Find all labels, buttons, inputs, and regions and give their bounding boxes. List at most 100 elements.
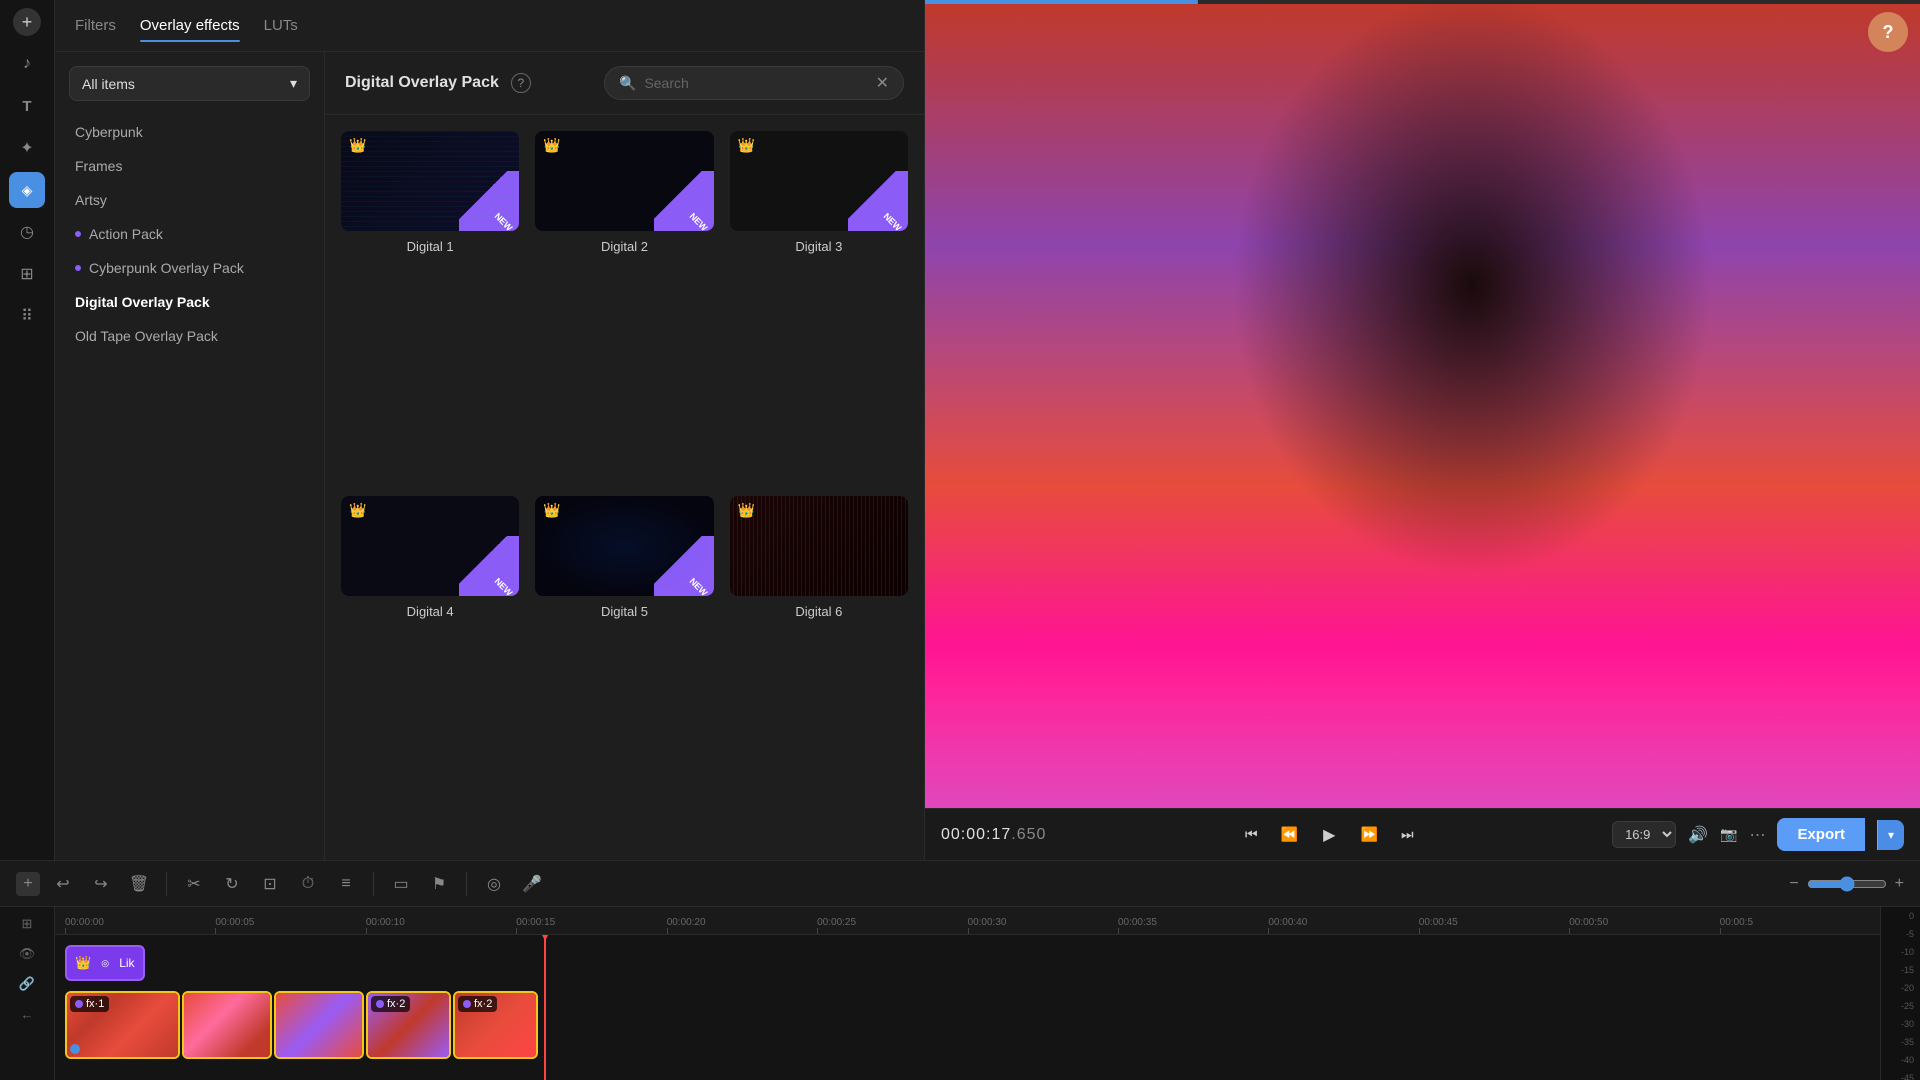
overlay-clip-label: Lik <box>119 956 134 970</box>
tab-luts[interactable]: LUTs <box>264 13 298 38</box>
frame-forward-button[interactable]: ⏩ <box>1354 820 1384 850</box>
category-dot-cyberpunk-overlay-pack <box>75 265 81 271</box>
skip-to-end-button[interactable]: ⏭ <box>1392 820 1422 850</box>
overlay-clip[interactable]: 👑 ◎ Lik <box>65 945 145 981</box>
category-label-cyberpunk-overlay-pack: Cyberpunk Overlay Pack <box>89 260 244 276</box>
filter-button[interactable]: ≡ <box>331 869 361 899</box>
grid-item-thumb-2: 👑NEW <box>535 131 713 231</box>
clip-badge-label-4: fx·2 <box>387 998 405 1010</box>
add-track-button[interactable]: + <box>16 872 40 896</box>
screenshot-icon[interactable]: 📷 <box>1720 826 1737 843</box>
ruler-line-3 <box>516 928 517 934</box>
clip-badge-5: fx·2 <box>458 996 497 1012</box>
track-link-button[interactable]: 🔗 <box>12 971 42 997</box>
video-clip-1[interactable]: fx·1 <box>65 991 180 1059</box>
zoom-in-icon[interactable]: + <box>1895 875 1904 893</box>
fx-dot-1 <box>75 1000 83 1008</box>
track-back-button[interactable]: ← <box>12 1001 42 1027</box>
play-button[interactable]: ▶ <box>1312 818 1346 852</box>
ruler-time-7: 00:00:35 <box>1118 917 1157 928</box>
mic-button[interactable]: 🎤 <box>517 869 547 899</box>
overlay-track: 👑 ◎ Lik <box>65 943 1870 983</box>
sidebar-item-action-pack[interactable]: Action Pack <box>55 217 324 251</box>
search-input[interactable] <box>644 75 867 91</box>
volume-icon[interactable]: 🔊 <box>1688 825 1708 845</box>
sticker-icon-btn[interactable]: ✦ <box>9 130 45 166</box>
category-label-cyberpunk: Cyberpunk <box>75 124 143 140</box>
items-grid-area: Digital Overlay Pack ? 🔍 ✕ 👑NEWDigital 1… <box>325 52 924 860</box>
video-clip-3[interactable] <box>274 991 364 1059</box>
video-clip-5[interactable]: fx·2 <box>453 991 538 1059</box>
export-button[interactable]: Export <box>1777 818 1865 851</box>
ruler-time-6: 00:00:30 <box>968 917 1007 928</box>
timeline-area: ⊞ 👁 🔗 ← 00:00:0000:00:0500:00:1000:00:15… <box>0 907 1920 1080</box>
toolbar-separator-2 <box>373 872 374 896</box>
tab-filters[interactable]: Filters <box>75 13 116 38</box>
clock-icon-btn[interactable]: ◷ <box>9 214 45 250</box>
crown-icon-5: 👑 <box>543 502 560 519</box>
items-grid: 👑NEWDigital 1👑NEWDigital 2👑NEWDigital 3👑… <box>325 115 924 860</box>
text-icon-btn[interactable]: T <box>9 88 45 124</box>
vu-mark-24: -30 <box>1901 1019 1914 1029</box>
search-clear-icon[interactable]: ✕ <box>876 73 889 93</box>
video-clip-4[interactable]: fx·2 <box>366 991 451 1059</box>
ruler-line-10 <box>1569 928 1570 934</box>
overlay-icon-btn[interactable]: ◈ <box>9 172 45 208</box>
sidebar-item-cyberpunk-overlay-pack[interactable]: Cyberpunk Overlay Pack <box>55 251 324 285</box>
category-dot-action-pack <box>75 231 81 237</box>
aspect-ratio-select[interactable]: 16:9 <box>1612 821 1676 848</box>
sidebar-item-old-tape-overlay-pack[interactable]: Old Tape Overlay Pack <box>55 319 324 353</box>
grid-item-2[interactable]: 👑NEWDigital 2 <box>535 131 713 480</box>
vu-mark-20: -25 <box>1901 1001 1914 1011</box>
export-dropdown-button[interactable]: ▾ <box>1877 820 1904 850</box>
clip-badge-4: fx·2 <box>371 996 410 1012</box>
undo-button[interactable]: ↩ <box>48 869 78 899</box>
crop-button[interactable]: ⊡ <box>255 869 285 899</box>
ruler-mark-8: 00:00:40 <box>1268 917 1418 934</box>
sidebar-item-artsy[interactable]: Artsy <box>55 183 324 217</box>
frame-back-button[interactable]: ⏪ <box>1274 820 1304 850</box>
adjust-button[interactable]: ⏱ <box>293 869 323 899</box>
redo-button[interactable]: ↪ <box>86 869 116 899</box>
ruler-time-4: 00:00:20 <box>667 917 706 928</box>
sidebar-item-frames[interactable]: Frames <box>55 149 324 183</box>
ruler-line-8 <box>1268 928 1269 934</box>
puzzle-icon-btn[interactable]: ⊞ <box>9 256 45 292</box>
grid-icon-btn[interactable]: ⠿ <box>9 298 45 334</box>
zoom-slider[interactable] <box>1807 876 1887 892</box>
bottom-area: + ↩ ↪ 🗑 ✂ ↻ ⊡ ⏱ ≡ ▭ ⚑ ◎ 🎤 − + ⊞ 👁 🔗 ← <box>0 860 1920 1080</box>
grid-item-4[interactable]: 👑NEWDigital 4 <box>341 496 519 845</box>
music-icon-btn[interactable]: ♪ <box>9 46 45 82</box>
skip-to-start-button[interactable]: ⏮ <box>1236 820 1266 850</box>
grid-item-5[interactable]: 👑NEWDigital 5 <box>535 496 713 845</box>
vu-mark-36: -45 <box>1901 1073 1914 1080</box>
grid-item-1[interactable]: 👑NEWDigital 1 <box>341 131 519 480</box>
grid-item-6[interactable]: 👑Digital 6 <box>730 496 908 845</box>
ruler-line-9 <box>1419 928 1420 934</box>
all-items-dropdown[interactable]: All items ▾ <box>69 66 310 101</box>
rotate-button[interactable]: ↻ <box>217 869 247 899</box>
track-expand-button[interactable]: ⊞ <box>12 911 42 937</box>
track-eye-button[interactable]: 👁 <box>12 941 42 967</box>
speed-button[interactable]: ◎ <box>479 869 509 899</box>
add-button[interactable]: + <box>13 8 41 36</box>
zoom-out-icon[interactable]: − <box>1789 875 1798 893</box>
tab-overlay-effects[interactable]: Overlay effects <box>140 13 240 38</box>
cut-button[interactable]: ✂ <box>179 869 209 899</box>
delete-button[interactable]: 🗑 <box>124 869 154 899</box>
more-options-icon[interactable]: ⋯ <box>1749 825 1765 845</box>
search-box: 🔍 ✕ <box>604 66 904 100</box>
sidebar-item-cyberpunk[interactable]: Cyberpunk <box>55 115 324 149</box>
sidebar-item-digital-overlay-pack[interactable]: Digital Overlay Pack <box>55 285 324 319</box>
media-button[interactable]: ▭ <box>386 869 416 899</box>
category-sidebar: All items ▾ Cyberpunk Frames Artsy Action P… <box>55 52 325 860</box>
help-button[interactable]: ? <box>1868 12 1908 52</box>
pack-help-icon[interactable]: ? <box>511 73 531 93</box>
flag-button[interactable]: ⚑ <box>424 869 454 899</box>
ruler-time-9: 00:00:45 <box>1419 917 1458 928</box>
grid-item-3[interactable]: 👑NEWDigital 3 <box>730 131 908 480</box>
vu-mark-8: -10 <box>1901 947 1914 957</box>
video-clip-2[interactable] <box>182 991 272 1059</box>
category-label-artsy: Artsy <box>75 192 107 208</box>
timeline-main: 00:00:0000:00:0500:00:1000:00:1500:00:20… <box>55 907 1880 1080</box>
